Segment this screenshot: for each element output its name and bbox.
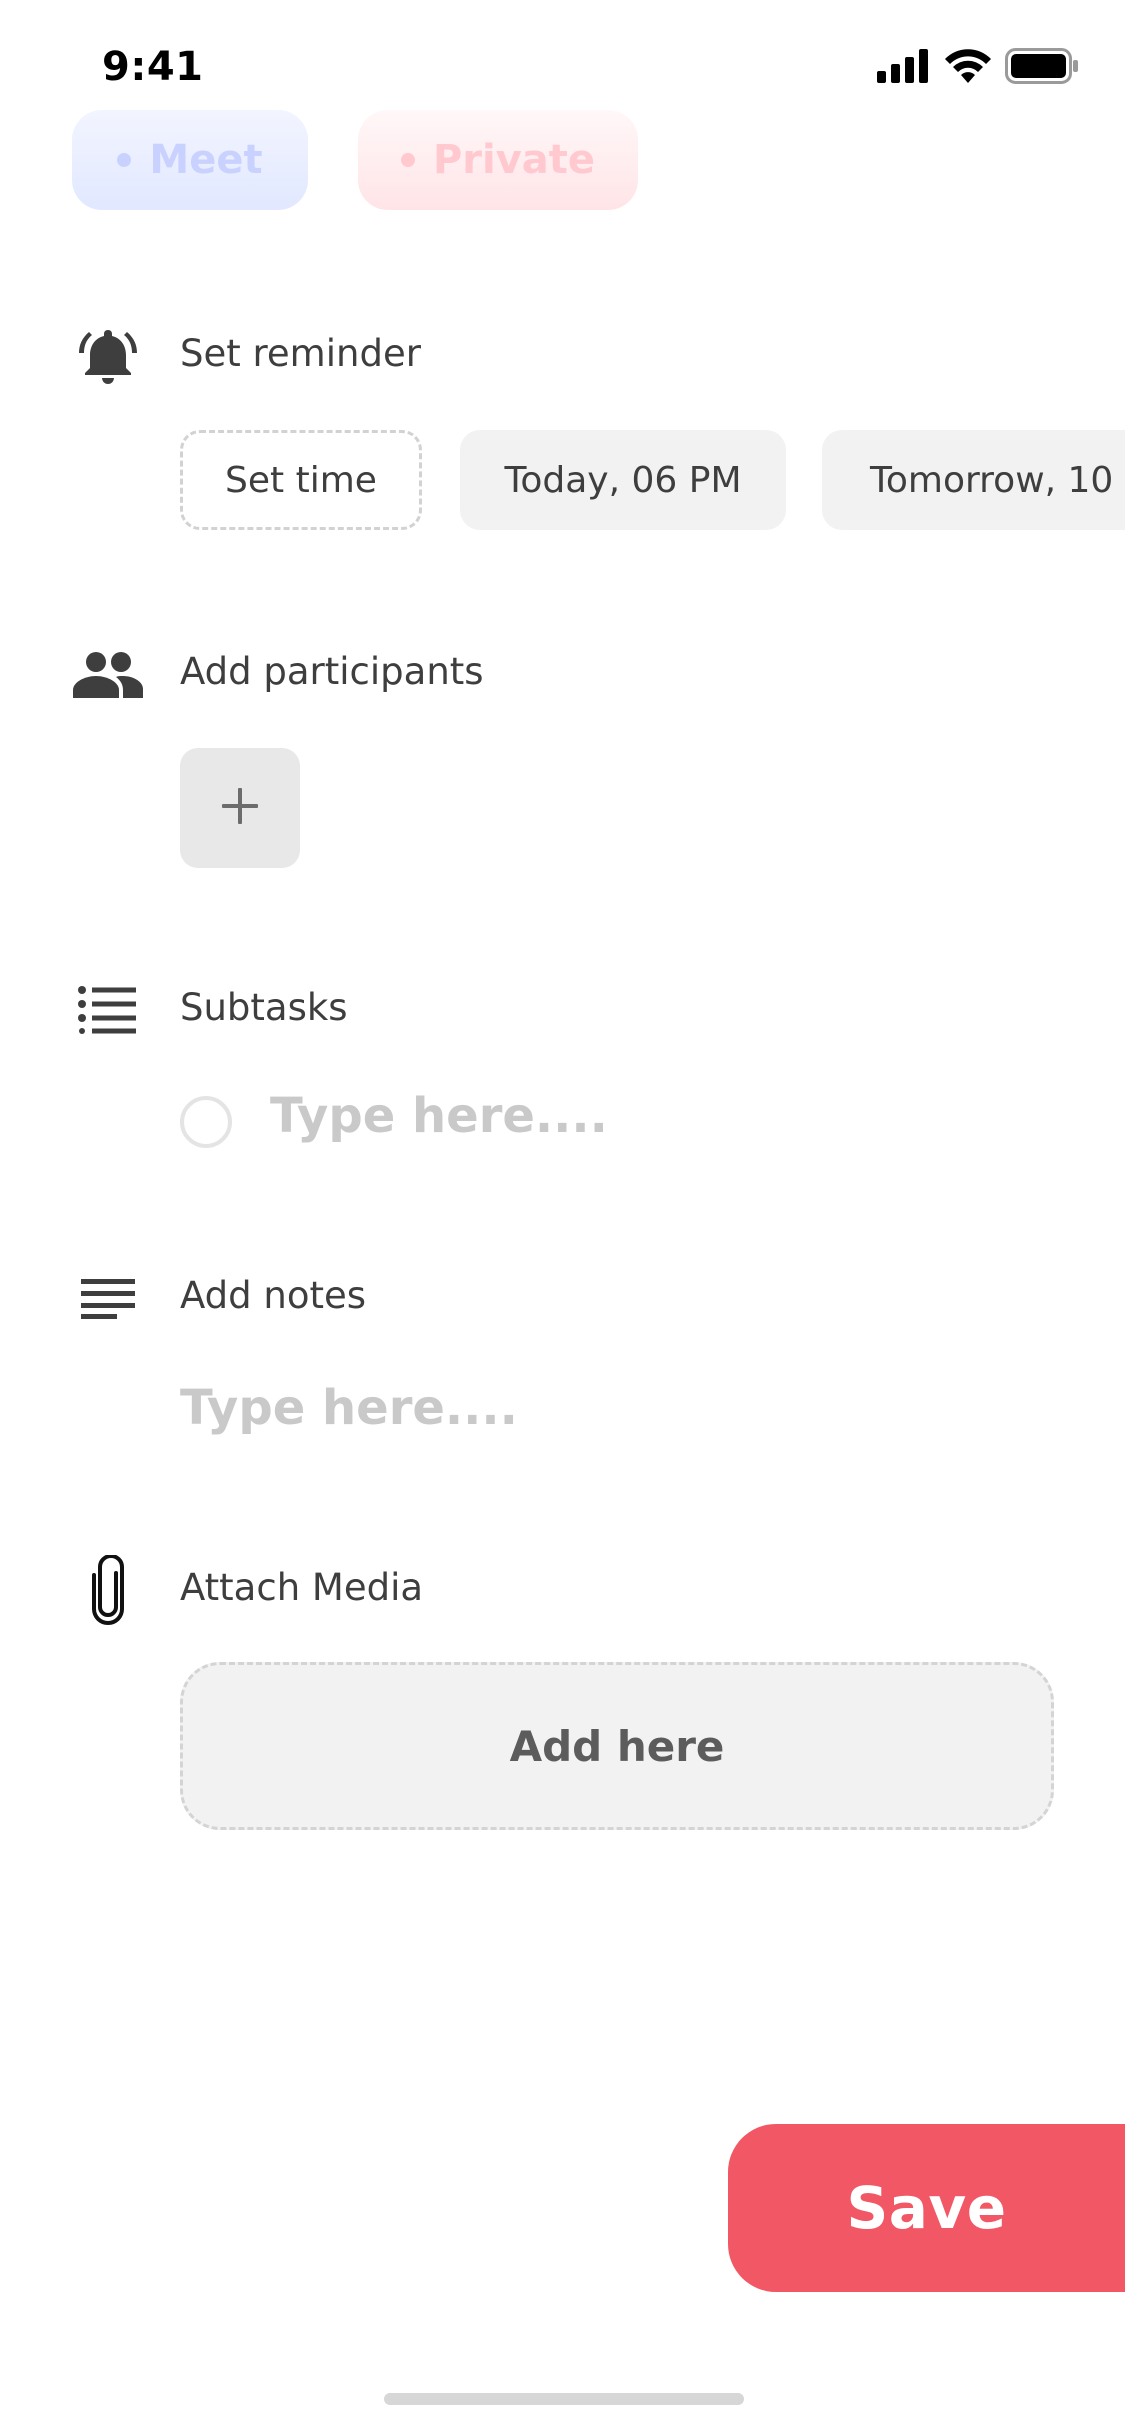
set-time-button[interactable]: Set time	[180, 430, 422, 530]
add-participants-label: Add participants	[180, 650, 484, 693]
attach-media-label: Attach Media	[180, 1566, 424, 1609]
list-icon	[72, 974, 144, 1046]
tag-chip-private[interactable]: Private	[358, 110, 638, 210]
tag-dot	[400, 153, 415, 167]
bell-icon	[72, 320, 144, 392]
notes-input[interactable]: Type here....	[180, 1380, 518, 1436]
tag-chip-meet[interactable]: Meet	[72, 110, 308, 210]
status-time: 9:41	[102, 44, 204, 90]
tag-label: Meet	[149, 137, 263, 183]
add-media-button[interactable]: Add here	[180, 1662, 1054, 1830]
plus-icon	[220, 786, 260, 830]
home-indicator[interactable]	[384, 2393, 744, 2405]
subtask-checkbox[interactable]	[180, 1096, 232, 1148]
add-participant-button[interactable]	[180, 748, 300, 868]
add-notes-label: Add notes	[180, 1274, 367, 1317]
set-reminder-label: Set reminder	[180, 332, 421, 375]
subtasks-label: Subtasks	[180, 986, 348, 1029]
status-icons	[877, 48, 1079, 88]
notes-icon	[72, 1262, 144, 1334]
new-task-screen: 9:41 Meet Private Set reminder Set time …	[0, 0, 1125, 2436]
subtask-input[interactable]: Type here....	[270, 1088, 608, 1144]
wifi-icon	[945, 49, 991, 87]
paperclip-icon	[72, 1554, 144, 1626]
people-icon	[72, 638, 144, 710]
cellular-signal-icon	[877, 49, 931, 87]
tag-label: Private	[432, 137, 596, 183]
battery-icon	[1005, 48, 1079, 88]
reminder-option-today[interactable]: Today, 06 PM	[460, 430, 786, 530]
reminder-option-tomorrow[interactable]: Tomorrow, 10 AM	[822, 430, 1125, 530]
tag-dot	[117, 153, 132, 167]
save-button[interactable]: Save	[728, 2124, 1125, 2292]
